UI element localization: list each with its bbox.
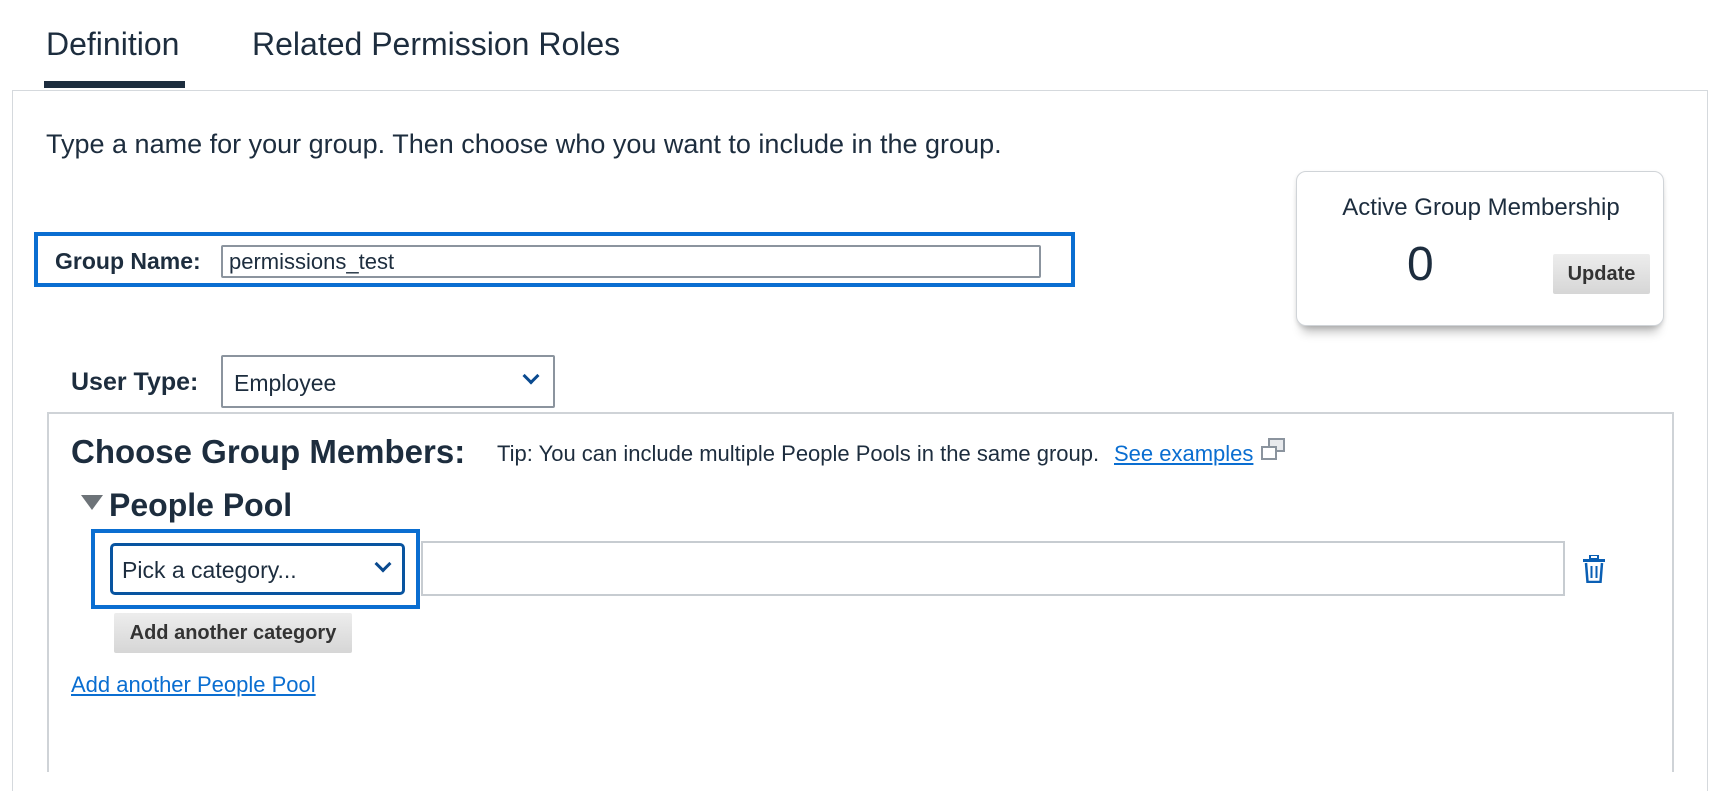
category-select[interactable]: Pick a category... xyxy=(110,543,405,595)
see-examples-link[interactable]: See examples xyxy=(1114,441,1253,467)
add-another-people-pool-link[interactable]: Add another People Pool xyxy=(71,672,316,698)
add-another-category-button[interactable]: Add another category xyxy=(114,613,352,653)
choose-members-title: Choose Group Members: xyxy=(71,433,466,470)
tab-related-permission-roles[interactable]: Related Permission Roles xyxy=(252,26,620,63)
tip-text: Tip: You can include multiple People Poo… xyxy=(497,441,1100,466)
people-pool-title: People Pool xyxy=(109,487,293,523)
chevron-down-icon xyxy=(374,555,392,573)
update-button[interactable]: Update xyxy=(1553,254,1650,294)
trash-icon[interactable] xyxy=(1582,555,1606,583)
membership-count: 0 xyxy=(1407,238,1434,291)
membership-card-title: Active Group Membership xyxy=(1342,194,1620,221)
collapse-triangle-icon[interactable] xyxy=(81,495,103,510)
chevron-down-icon xyxy=(522,367,540,385)
user-type-select[interactable]: Employee xyxy=(221,355,555,408)
category-select-value: Pick a category... xyxy=(122,557,297,583)
active-tab-indicator xyxy=(44,81,185,88)
tab-definition[interactable]: Definition xyxy=(46,26,179,63)
external-window-icon[interactable] xyxy=(1260,438,1286,462)
group-name-input[interactable] xyxy=(221,245,1041,278)
active-membership-card: Active Group Membership 0 Update xyxy=(1296,171,1664,326)
user-type-label: User Type: xyxy=(71,368,199,396)
user-type-value: Employee xyxy=(234,370,337,396)
group-name-label: Group Name: xyxy=(55,248,201,274)
category-value-field[interactable] xyxy=(421,541,1565,596)
intro-text: Type a name for your group. Then choose … xyxy=(46,129,1002,159)
